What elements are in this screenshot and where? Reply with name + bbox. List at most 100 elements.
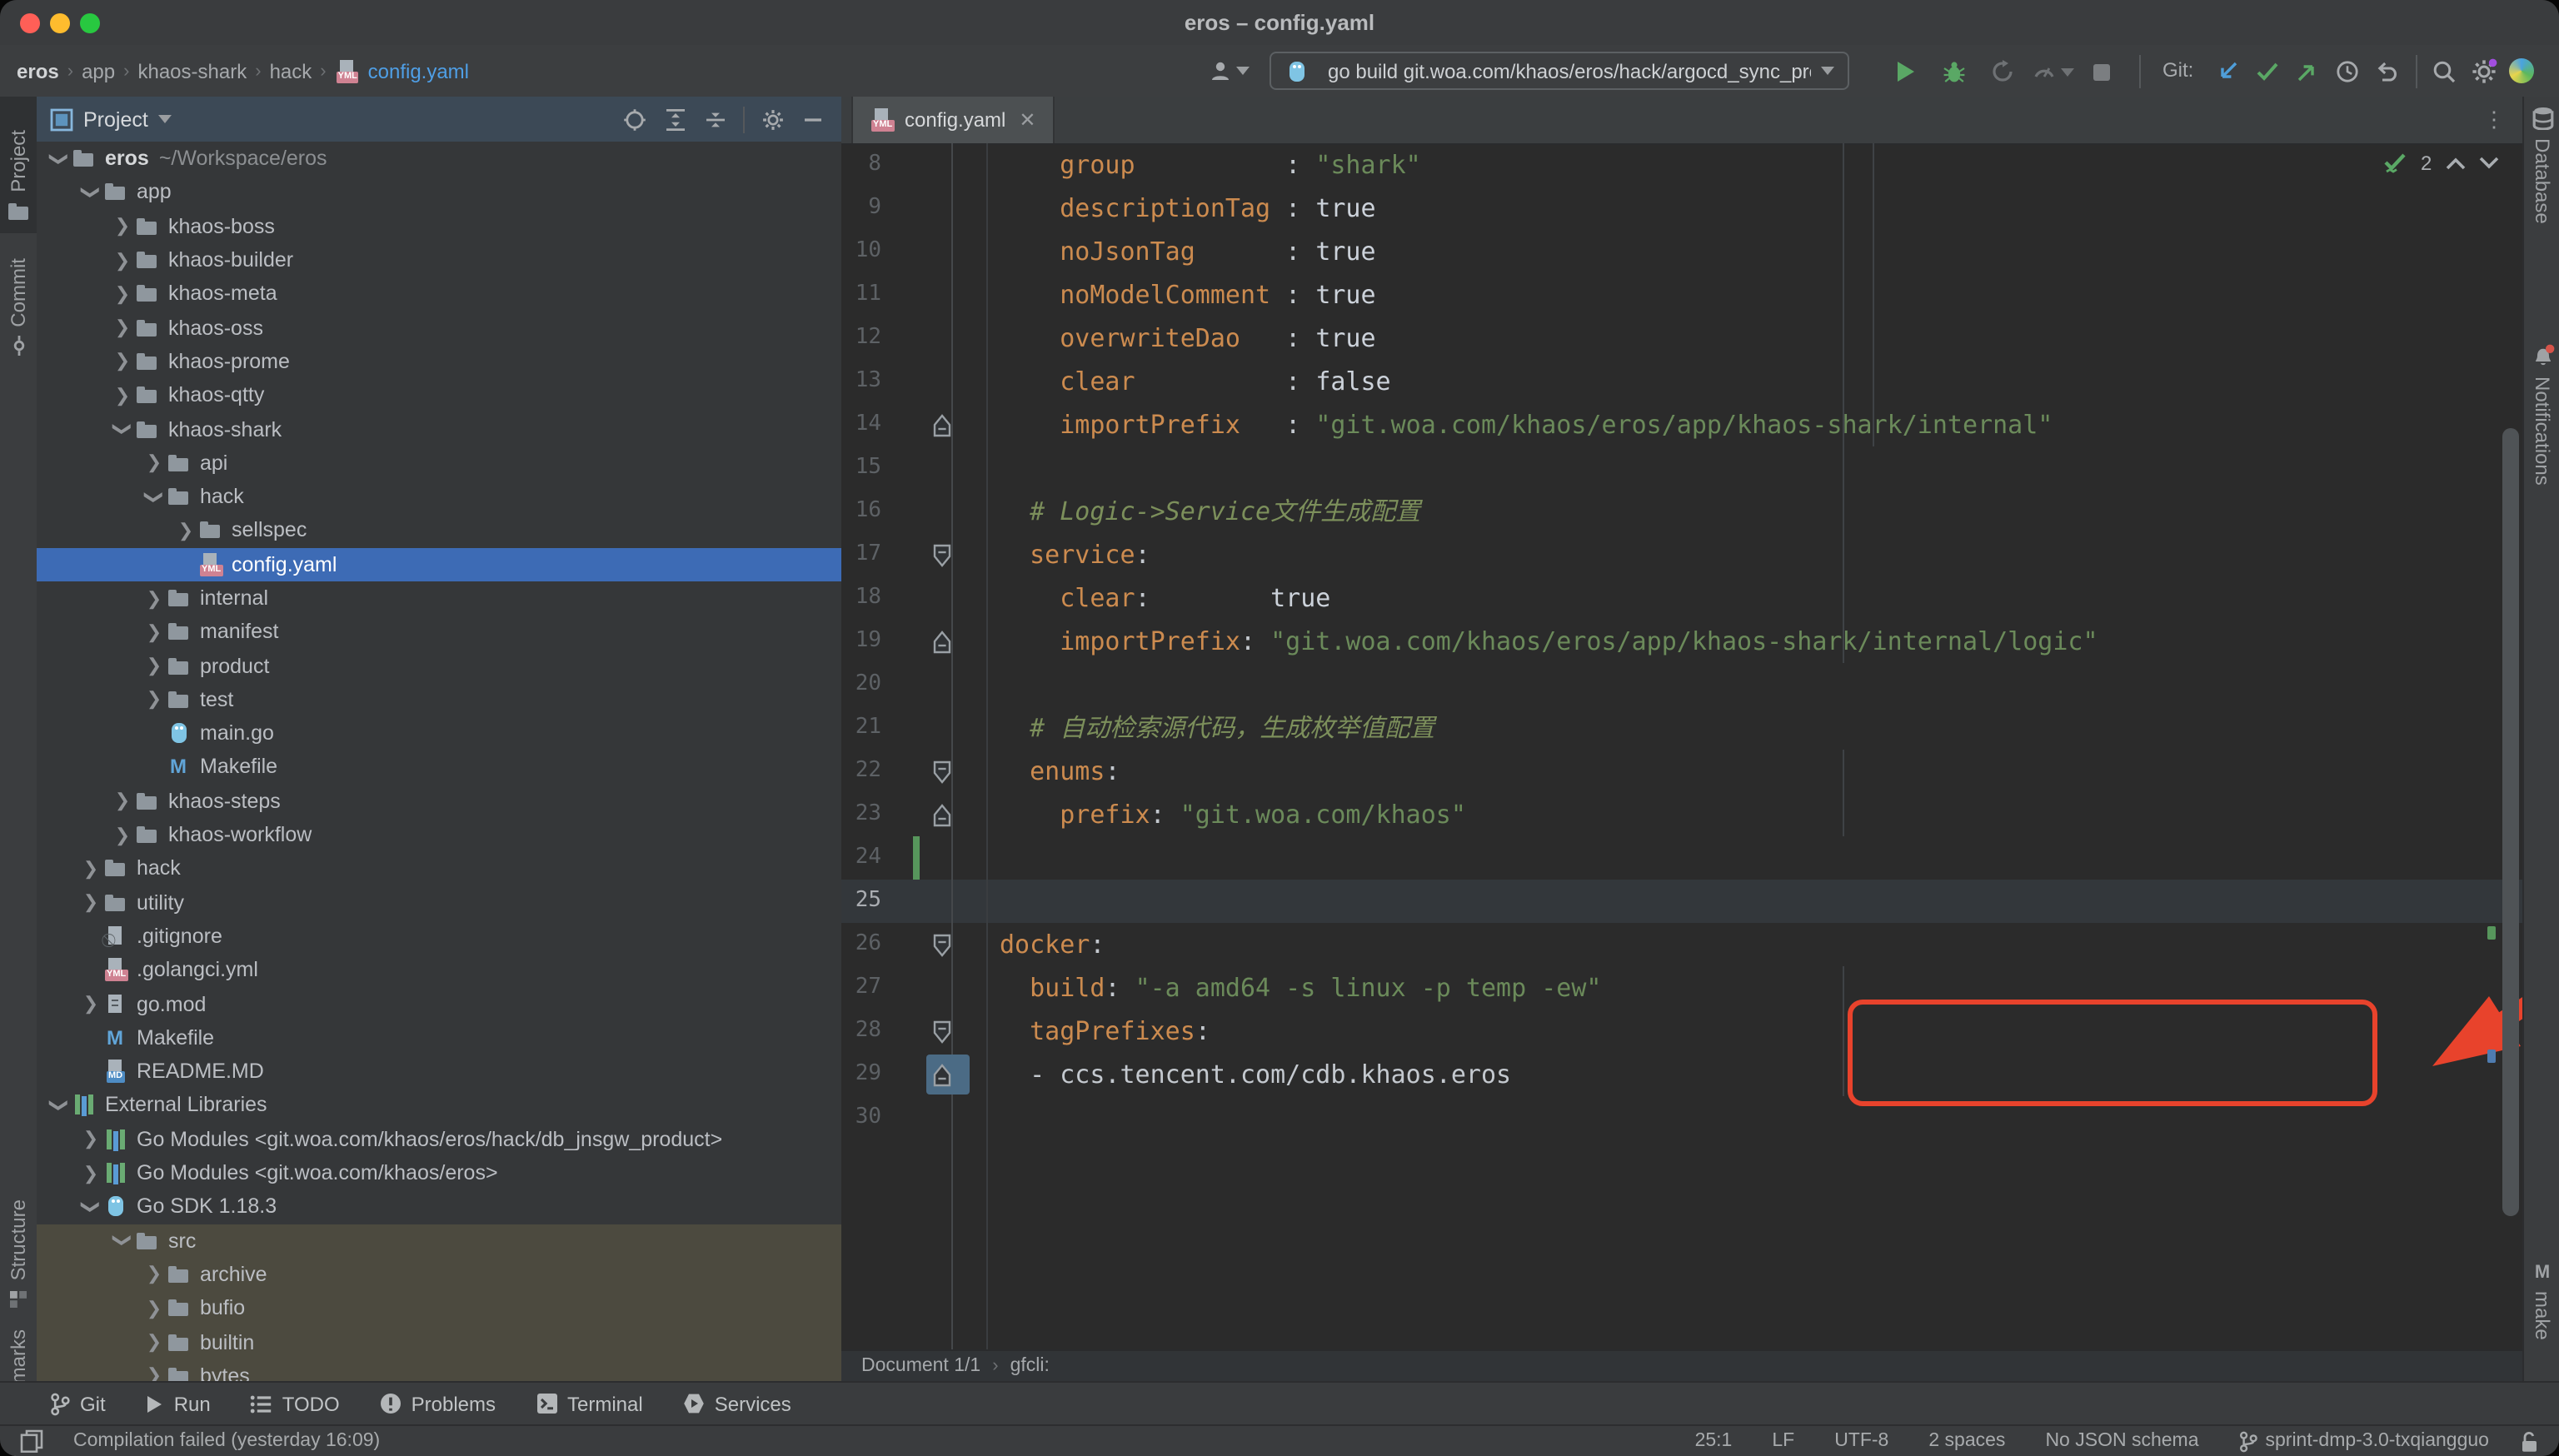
fold-start-icon[interactable] <box>931 542 953 567</box>
chevron-collapsed-icon[interactable] <box>142 452 167 474</box>
chevron-expanded-icon[interactable] <box>47 1094 72 1116</box>
tree-item-eros[interactable]: eros~/Workspace/eros <box>37 142 841 176</box>
tree-item-khaos-steps[interactable]: khaos-steps <box>37 784 841 818</box>
prev-issue-icon[interactable] <box>2445 157 2465 170</box>
chevron-expanded-icon[interactable] <box>110 418 135 440</box>
chevron-collapsed-icon[interactable] <box>110 790 135 812</box>
tree-item-main.go[interactable]: main.go <box>37 716 841 750</box>
chevron-collapsed-icon[interactable] <box>78 891 103 913</box>
chevron-collapsed-icon[interactable] <box>78 1162 103 1184</box>
chevron-collapsed-icon[interactable] <box>142 689 167 711</box>
tree-item-utility[interactable]: utility <box>37 885 841 920</box>
tree-item-makefile[interactable]: Makefile <box>37 750 841 785</box>
tree-item-.gitignore[interactable]: .gitignore <box>37 920 841 954</box>
file-encoding[interactable]: UTF-8 <box>1834 1431 1888 1451</box>
chevron-collapsed-icon[interactable] <box>78 993 103 1015</box>
tree-item-bufio[interactable]: bufio <box>37 1291 841 1325</box>
tree-item-khaos-oss[interactable]: khaos-oss <box>37 311 841 345</box>
chevron-down-icon[interactable] <box>158 115 172 123</box>
search-everywhere-button[interactable] <box>2426 55 2462 88</box>
tree-item-product[interactable]: product <box>37 649 841 683</box>
toolwindow-button-run[interactable]: Run <box>146 1392 211 1415</box>
user-account-button[interactable] <box>1203 53 1253 88</box>
expand-all-button[interactable] <box>660 104 690 134</box>
code-line-20[interactable]: 20 <box>841 663 2522 706</box>
chevron-expanded-icon[interactable] <box>47 147 72 169</box>
chevron-collapsed-icon[interactable] <box>110 249 135 271</box>
tree-item-makefile[interactable]: Makefile <box>37 1020 841 1055</box>
tree-item-sellspec[interactable]: sellspec <box>37 514 841 548</box>
code-line-23[interactable]: 23 prefix: "git.woa.com/khaos" <box>841 793 2522 836</box>
chevron-collapsed-icon[interactable] <box>110 283 135 305</box>
breadcrumb-item[interactable]: eros <box>17 59 59 82</box>
tree-item-khaos-shark[interactable]: khaos-shark <box>37 412 841 446</box>
git-update-button[interactable] <box>2209 55 2246 88</box>
run-configuration-select[interactable]: go build git.woa.com/khaos/eros/hack/arg… <box>1270 52 1849 90</box>
code-line-12[interactable]: 12 overwriteDao : true <box>841 317 2522 360</box>
tree-item-manifest[interactable]: manifest <box>37 615 841 649</box>
code-line-16[interactable]: 16 # Logic->Service文件生成配置 <box>841 490 2522 533</box>
next-issue-icon[interactable] <box>2478 157 2498 170</box>
tree-item-builtin[interactable]: builtin <box>37 1325 841 1359</box>
code-line-9[interactable]: 9 descriptionTag : true <box>841 187 2522 230</box>
code-line-26[interactable]: 26docker: <box>841 923 2522 966</box>
tree-item-archive[interactable]: archive <box>37 1258 841 1292</box>
toolwindow-button-services[interactable]: Services <box>683 1392 791 1415</box>
code-line-19[interactable]: 19 importPrefix: "git.woa.com/khaos/eros… <box>841 620 2522 663</box>
toolwindow-tab-project[interactable]: Project <box>0 97 37 233</box>
hide-panel-button[interactable] <box>798 104 828 134</box>
chevron-expanded-icon[interactable] <box>110 1229 135 1251</box>
code-line-11[interactable]: 11 noModelComment : true <box>841 273 2522 317</box>
chevron-collapsed-icon[interactable] <box>110 351 135 372</box>
breadcrumb-item[interactable]: hack <box>270 59 312 82</box>
unlocked-icon[interactable] <box>2519 1430 2539 1452</box>
breadcrumb-gfcli[interactable]: gfcli: <box>1010 1356 1050 1376</box>
settings-button[interactable] <box>2466 55 2502 88</box>
tree-item-go-sdk-1.18.3[interactable]: Go SDK 1.18.3 <box>37 1189 841 1224</box>
toolwindow-tab-database[interactable]: Database <box>2524 107 2559 317</box>
chevron-expanded-icon[interactable] <box>78 182 103 203</box>
ide-gradient-logo-icon[interactable] <box>2509 58 2534 83</box>
tree-item-go.mod[interactable]: go.mod <box>37 987 841 1021</box>
chevron-collapsed-icon[interactable] <box>142 621 167 643</box>
stop-button[interactable] <box>2083 55 2119 88</box>
code-line-13[interactable]: 13 clear : false <box>841 360 2522 403</box>
editor-scrollbar[interactable] <box>2502 428 2519 1216</box>
tree-item-hack[interactable]: hack <box>37 480 841 514</box>
editor-tab-config-yaml[interactable]: config.yaml ✕ <box>851 97 1055 143</box>
tree-item-internal[interactable]: internal <box>37 581 841 616</box>
code-line-10[interactable]: 10 noJsonTag : true <box>841 230 2522 273</box>
chevron-collapsed-icon[interactable] <box>142 1365 167 1381</box>
chevron-expanded-icon[interactable] <box>78 1196 103 1218</box>
code-line-24[interactable]: 24 <box>841 836 2522 880</box>
breadcrumb-item[interactable]: khaos-shark <box>137 59 247 82</box>
debug-button[interactable] <box>1936 55 1973 88</box>
breadcrumb-item[interactable]: app <box>82 59 115 82</box>
tree-item-hack[interactable]: hack <box>37 851 841 885</box>
json-schema[interactable]: No JSON schema <box>2045 1431 2198 1451</box>
chevron-collapsed-icon[interactable] <box>110 317 135 338</box>
collapse-all-button[interactable] <box>700 104 730 134</box>
code-line-14[interactable]: 14 importPrefix : "git.woa.com/khaos/ero… <box>841 403 2522 446</box>
fold-end-icon[interactable] <box>931 629 953 654</box>
chevron-collapsed-icon[interactable] <box>173 520 198 541</box>
chevron-collapsed-icon[interactable] <box>110 384 135 406</box>
toolwindow-tab-structure[interactable]: Structure <box>0 1093 37 1309</box>
code-line-21[interactable]: 21 # 自动检索源代码，生成枚举值配置 <box>841 706 2522 750</box>
fold-start-icon[interactable] <box>931 932 953 957</box>
tree-item-khaos-prome[interactable]: khaos-prome <box>37 345 841 379</box>
chevron-collapsed-icon[interactable] <box>78 858 103 880</box>
tree-item-config.yaml[interactable]: config.yaml <box>37 547 841 581</box>
git-branch-widget[interactable]: sprint-dmp-3.0-txqiangguo <box>2239 1430 2490 1452</box>
toolwindow-tab-make[interactable]: M make <box>2524 1263 2559 1363</box>
indent-style[interactable]: 2 spaces <box>1928 1431 2005 1451</box>
toolwindow-tab-notifications[interactable]: Notifications <box>2524 343 2559 510</box>
chevron-collapsed-icon[interactable] <box>110 824 135 845</box>
tree-item-api[interactable]: api <box>37 446 841 480</box>
breadcrumb-document[interactable]: Document 1/1 <box>861 1356 980 1376</box>
tree-item-readme.md[interactable]: README.MD <box>37 1055 841 1089</box>
run-with-coverage-button[interactable] <box>1984 55 2021 88</box>
tree-item-src[interactable]: src <box>37 1224 841 1258</box>
code-line-17[interactable]: 17 service: <box>841 533 2522 576</box>
tree-item-external-libraries[interactable]: External Libraries <box>37 1089 841 1123</box>
